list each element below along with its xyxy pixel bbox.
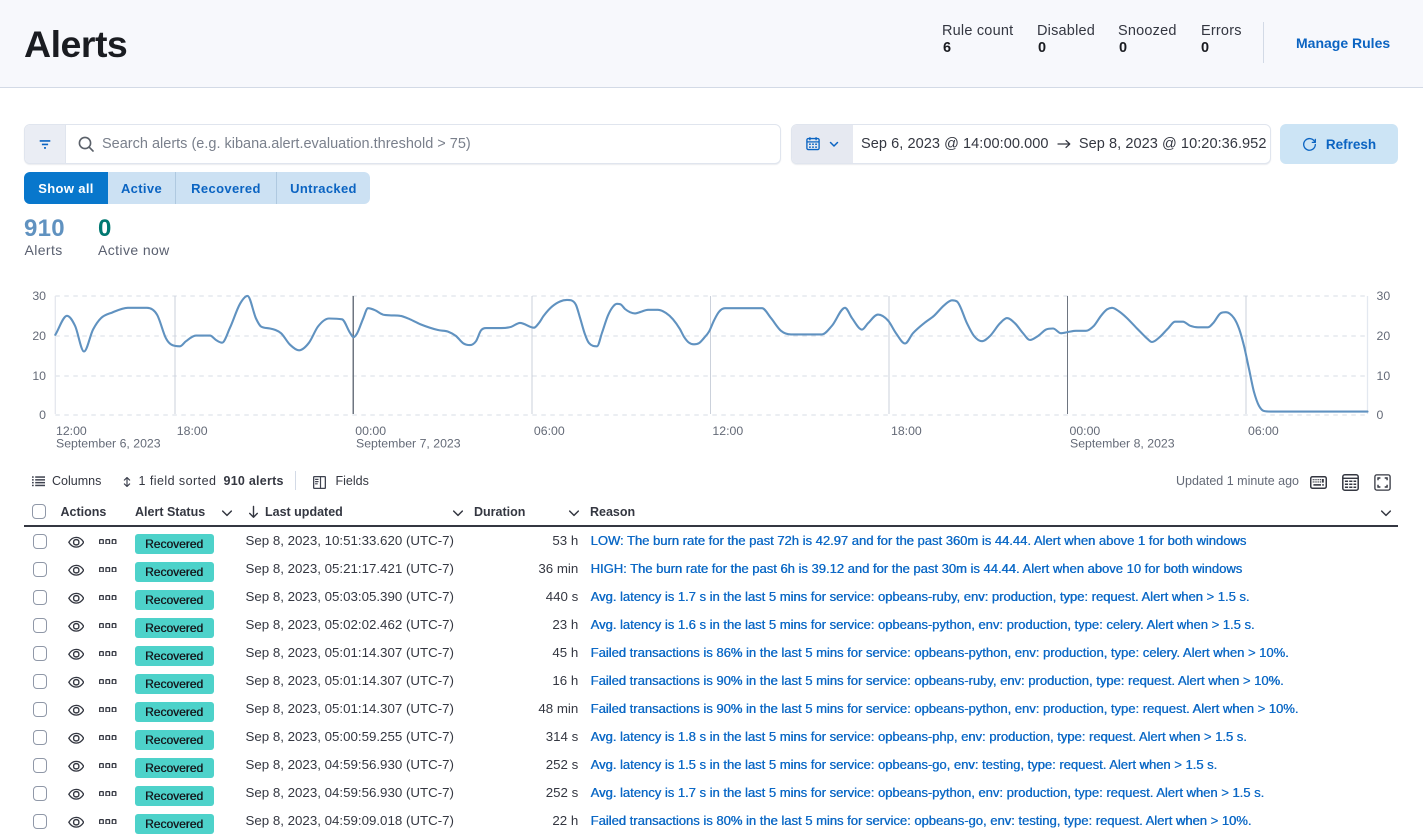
svg-text:20: 20 [1377, 329, 1391, 343]
svg-text:0: 0 [39, 408, 46, 422]
svg-text:18:00: 18:00 [891, 424, 922, 438]
svg-text:0: 0 [1377, 408, 1384, 422]
svg-text:06:00: 06:00 [534, 424, 565, 438]
svg-text:30: 30 [1377, 289, 1391, 303]
svg-text:06:00: 06:00 [1248, 424, 1279, 438]
svg-text:September 7, 2023: September 7, 2023 [356, 437, 461, 451]
svg-text:September 6, 2023: September 6, 2023 [56, 437, 161, 451]
svg-text:30: 30 [32, 289, 46, 303]
svg-text:12:00: 12:00 [712, 424, 743, 438]
svg-text:September 8, 2023: September 8, 2023 [1070, 437, 1175, 451]
svg-text:10: 10 [1377, 369, 1391, 383]
svg-text:10: 10 [32, 369, 46, 383]
svg-text:20: 20 [32, 329, 46, 343]
svg-text:18:00: 18:00 [177, 424, 208, 438]
